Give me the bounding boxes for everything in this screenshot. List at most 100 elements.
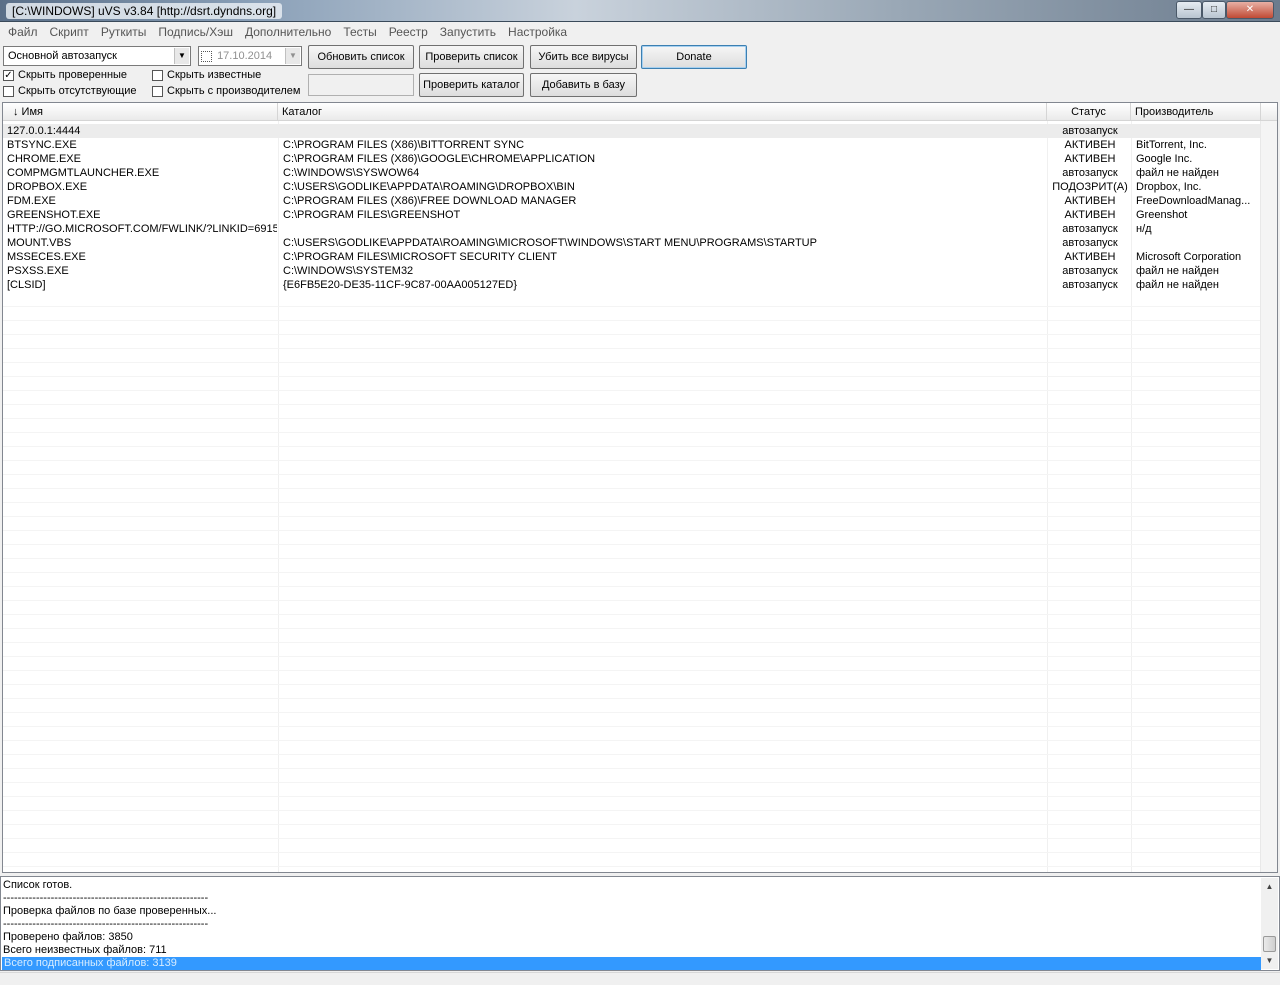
- date-picker[interactable]: 17.10.2014 ▼: [198, 46, 302, 66]
- grid-line: [3, 628, 1260, 629]
- minimize-button[interactable]: —: [1176, 1, 1202, 19]
- grid-line: [3, 320, 1260, 321]
- scroll-thumb[interactable]: [1263, 936, 1276, 952]
- menu-run[interactable]: Запустить: [434, 22, 502, 42]
- add-to-database-button[interactable]: Добавить в базу: [530, 73, 637, 97]
- header-vendor[interactable]: Производитель: [1131, 103, 1261, 121]
- refresh-list-button[interactable]: Обновить список: [308, 45, 414, 69]
- hide-missing-box[interactable]: [3, 85, 14, 97]
- status-bar: [0, 972, 1280, 985]
- table-row[interactable]: BTSYNC.EXE C:\PROGRAM FILES (X86)\BITTORR…: [3, 138, 1260, 152]
- grid-line: [3, 754, 1260, 755]
- grid-line: [3, 838, 1260, 839]
- hide-with-vendor-checkbox[interactable]: Скрыть с производителем: [152, 84, 300, 98]
- donate-button[interactable]: Donate: [641, 45, 747, 69]
- title-bar[interactable]: [C:\WINDOWS] uVS v3.84 [http://dsrt.dynd…: [0, 0, 1280, 22]
- grid-line: [3, 768, 1260, 769]
- list-scrollbar[interactable]: [1260, 121, 1277, 872]
- kill-all-viruses-button[interactable]: Убить все вирусы: [530, 45, 637, 69]
- scroll-down-icon[interactable]: ▼: [1261, 952, 1278, 969]
- window-title: [C:\WINDOWS] uVS v3.84 [http://dsrt.dynd…: [6, 3, 283, 19]
- cell-vendor: файл не найден: [1136, 265, 1219, 277]
- table-row[interactable]: MSSECES.EXE C:\PROGRAM FILES\MICROSOFT SE…: [3, 250, 1260, 264]
- hide-missing-label: Скрыть отсутствующие: [18, 85, 137, 97]
- hide-missing-checkbox[interactable]: Скрыть отсутствующие: [3, 84, 137, 98]
- hide-known-label: Скрыть известные: [167, 69, 262, 81]
- cell-vendor: Dropbox, Inc.: [1136, 181, 1202, 193]
- list-header: ↓ Имя Каталог Статус Производитель: [3, 103, 1277, 121]
- hide-known-checkbox[interactable]: Скрыть известные: [152, 68, 261, 82]
- calendar-dropdown-icon[interactable]: ▼: [285, 48, 300, 64]
- grid-line: [3, 866, 1260, 867]
- table-row[interactable]: FDM.EXE C:\PROGRAM FILES (X86)\FREE DOWNL…: [3, 194, 1260, 208]
- menu-signature-hash[interactable]: Подпись/Хэш: [152, 22, 239, 42]
- grid-line: [3, 446, 1260, 447]
- chevron-down-icon[interactable]: ▼: [174, 48, 189, 64]
- grid-line: [3, 824, 1260, 825]
- menu-script[interactable]: Скрипт: [44, 22, 95, 42]
- menu-additional[interactable]: Дополнительно: [239, 22, 337, 42]
- cell-name: [CLSID]: [7, 279, 46, 291]
- hide-checked-box[interactable]: ✓: [3, 69, 14, 81]
- cell-vendor: н/д: [1136, 223, 1152, 235]
- log-line-selected[interactable]: Всего подписанных файлов: 3139: [2, 957, 1261, 970]
- log-line: Список готов.: [3, 879, 73, 891]
- table-row[interactable]: COMPMGMTLAUNCHER.EXE C:\WINDOWS\SYSWOW64 а…: [3, 166, 1260, 180]
- table-row[interactable]: [CLSID] {E6FB5E20-DE35-11CF-9C87-00AA0051…: [3, 278, 1260, 292]
- grid-line: [3, 530, 1260, 531]
- grid-line: [3, 544, 1260, 545]
- mode-select[interactable]: Основной автозапуск ▼: [3, 46, 191, 66]
- cell-status: АКТИВЕН: [1064, 251, 1116, 263]
- log-line: ----------------------------------------…: [3, 892, 209, 904]
- grid-line: [3, 810, 1260, 811]
- cell-vendor: FreeDownloadManag...: [1136, 195, 1251, 207]
- hide-known-box[interactable]: [152, 69, 163, 81]
- table-row[interactable]: GREENSHOT.EXE C:\PROGRAM FILES\GREENSHOT А…: [3, 208, 1260, 222]
- menu-registry[interactable]: Реестр: [383, 22, 434, 42]
- cell-vendor: файл не найден: [1136, 167, 1219, 179]
- cell-directory: C:\PROGRAM FILES (X86)\FREE DOWNLOAD MAN…: [283, 195, 577, 207]
- menu-settings[interactable]: Настройка: [502, 22, 573, 42]
- cell-directory: C:\USERS\GODLIKE\APPDATA\ROAMING\DROPBOX…: [283, 181, 575, 193]
- hide-with-vendor-box[interactable]: [152, 85, 163, 97]
- header-name[interactable]: ↓ Имя: [3, 103, 278, 121]
- check-directory-button[interactable]: Проверить каталог: [419, 73, 524, 97]
- header-directory[interactable]: Каталог: [278, 103, 1047, 121]
- cell-status: автозапуск: [1062, 167, 1118, 179]
- close-button[interactable]: ✕: [1226, 1, 1274, 19]
- table-row[interactable]: CHROME.EXE C:\PROGRAM FILES (X86)\GOOGLE\…: [3, 152, 1260, 166]
- grid-line: [3, 474, 1260, 475]
- hide-with-vendor-label: Скрыть с производителем: [167, 85, 301, 97]
- cell-vendor: Greenshot: [1136, 209, 1188, 221]
- table-row[interactable]: PSXSS.EXE C:\WINDOWS\SYSTEM32 автозапуск фа…: [3, 264, 1260, 278]
- log-line: Всего неизвестных файлов: 711: [3, 944, 167, 956]
- menu-rootkits[interactable]: Руткиты: [95, 22, 153, 42]
- table-row[interactable]: HTTP://GO.MICROSOFT.COM/FWLINK/?LINKID=6…: [3, 222, 1260, 236]
- grid-line: [3, 334, 1260, 335]
- hide-checked-label: Скрыть проверенные: [18, 69, 128, 81]
- check-list-button[interactable]: Проверить список: [419, 45, 524, 69]
- header-status[interactable]: Статус: [1047, 103, 1131, 121]
- scroll-up-icon[interactable]: ▲: [1261, 878, 1278, 895]
- cell-name: HTTP://GO.MICROSOFT.COM/FWLINK/?LINKID=6…: [7, 223, 277, 235]
- table-row[interactable]: DROPBOX.EXE C:\USERS\GODLIKE\APPDATA\ROAM…: [3, 180, 1260, 194]
- maximize-button[interactable]: □: [1202, 1, 1226, 19]
- log-panel[interactable]: Список готов. --------------------------…: [0, 876, 1280, 971]
- hide-checked-checkbox[interactable]: ✓ Скрыть проверенные: [3, 68, 127, 82]
- log-scrollbar[interactable]: ▲ ▼: [1261, 878, 1278, 969]
- cell-status: АКТИВЕН: [1064, 153, 1116, 165]
- date-enable-checkbox[interactable]: [201, 50, 212, 62]
- cell-name: FDM.EXE: [7, 195, 56, 207]
- file-list[interactable]: ↓ Имя Каталог Статус Производитель 127.0…: [2, 102, 1278, 873]
- menu-bar: Файл Скрипт Руткиты Подпись/Хэш Дополнит…: [0, 22, 1280, 42]
- grid-line: [3, 460, 1260, 461]
- grid-line: [3, 656, 1260, 657]
- cell-directory: C:\PROGRAM FILES\MICROSOFT SECURITY CLIE…: [283, 251, 558, 263]
- grid-line: [3, 782, 1260, 783]
- menu-file[interactable]: Файл: [2, 22, 44, 42]
- cell-name: 127.0.0.1:4444: [7, 125, 81, 137]
- table-row[interactable]: 127.0.0.1:4444 автозапуск: [3, 124, 1260, 138]
- table-row[interactable]: MOUNT.VBS C:\USERS\GODLIKE\APPDATA\ROAMIN…: [3, 236, 1260, 250]
- grid-line: [3, 796, 1260, 797]
- menu-tests[interactable]: Тесты: [337, 22, 382, 42]
